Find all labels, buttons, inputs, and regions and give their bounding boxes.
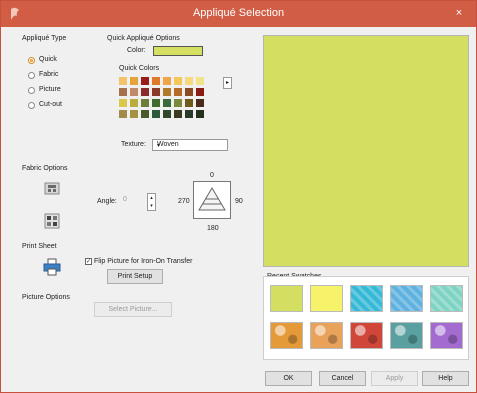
close-button[interactable]: ×: [448, 5, 470, 21]
recent-swatch-mint[interactable]: [430, 285, 463, 312]
quick-color-swatch[interactable]: [196, 77, 204, 85]
angle-label: Angle:: [97, 198, 117, 205]
flip-picture-checkbox[interactable]: ✓: [85, 258, 92, 265]
spin-up-icon[interactable]: ▴: [148, 194, 155, 202]
quick-color-swatch[interactable]: [152, 110, 160, 118]
quick-color-swatch[interactable]: [196, 110, 204, 118]
dial-label-270: 270: [178, 198, 190, 205]
dial-label-90: 90: [235, 198, 243, 205]
applique-type-heading: Appliqué Type: [22, 35, 67, 42]
quick-color-swatch[interactable]: [185, 99, 193, 107]
apply-button[interactable]: Apply: [371, 371, 418, 386]
quick-color-swatch[interactable]: [152, 99, 160, 107]
radio-cutout[interactable]: [28, 102, 35, 109]
angle-input[interactable]: 0: [123, 196, 145, 208]
quick-color-swatch[interactable]: [174, 110, 182, 118]
fabric-options-heading: Fabric Options: [22, 165, 68, 172]
radio-quick[interactable]: [28, 57, 35, 64]
recent-swatch-sky-blue[interactable]: [390, 285, 423, 312]
spin-down-icon[interactable]: ▾: [148, 202, 155, 210]
quick-color-swatch[interactable]: [163, 99, 171, 107]
quick-color-swatch[interactable]: [141, 99, 149, 107]
print-sheet-heading: Print Sheet: [22, 243, 57, 250]
recent-swatch-red-floral[interactable]: [350, 322, 383, 349]
angle-spinner[interactable]: ▴ ▾: [147, 193, 156, 211]
cancel-button[interactable]: Cancel: [319, 371, 366, 386]
recent-swatches-panel: [263, 276, 469, 360]
recent-swatch-orange-floral[interactable]: [270, 322, 303, 349]
more-colors-arrow-button[interactable]: ▸: [223, 77, 232, 89]
printer-icon[interactable]: [40, 255, 64, 279]
quick-colors-label: Quick Colors: [119, 65, 160, 72]
quick-color-swatch[interactable]: [119, 88, 127, 96]
quick-color-swatch[interactable]: [130, 77, 138, 85]
quick-color-swatch[interactable]: [119, 77, 127, 85]
recent-swatch-yellow[interactable]: [310, 285, 343, 312]
quick-color-swatch[interactable]: [196, 88, 204, 96]
quick-color-swatch[interactable]: [174, 88, 182, 96]
print-setup-button[interactable]: Print Setup: [107, 269, 163, 284]
quick-color-swatch[interactable]: [130, 110, 138, 118]
texture-dropdown[interactable]: Woven ▾: [152, 139, 228, 151]
quick-color-swatch[interactable]: [174, 99, 182, 107]
recent-swatch-aqua[interactable]: [350, 285, 383, 312]
fabric-pattern-icon[interactable]: [40, 209, 64, 233]
quick-color-swatch[interactable]: [185, 77, 193, 85]
quick-options-heading: Quick Appliqué Options: [107, 35, 180, 42]
title-bar[interactable]: Appliqué Selection ×: [1, 1, 476, 27]
applique-preview: [263, 35, 469, 267]
dial-label-0: 0: [210, 172, 214, 179]
quick-color-swatch[interactable]: [163, 110, 171, 118]
texture-label: Texture:: [121, 141, 146, 148]
applique-selection-dialog: Appliqué Selection × Appliqué Type Quick…: [0, 0, 477, 393]
dial-label-180: 180: [207, 225, 219, 232]
radio-fabric-label[interactable]: Fabric: [39, 71, 58, 78]
quick-color-swatch[interactable]: [141, 88, 149, 96]
flip-picture-label[interactable]: Flip Picture for Iron-On Transfer: [94, 258, 192, 265]
color-picker-button[interactable]: [153, 46, 203, 56]
quick-color-swatch[interactable]: [163, 77, 171, 85]
angle-dial[interactable]: [193, 181, 231, 219]
radio-picture-label[interactable]: Picture: [39, 86, 61, 93]
recent-swatch-purple-floral[interactable]: [430, 322, 463, 349]
color-label: Color:: [127, 47, 146, 54]
quick-color-swatch[interactable]: [119, 110, 127, 118]
select-picture-button[interactable]: Select Picture...: [94, 302, 172, 317]
fabric-library-icon[interactable]: [40, 177, 64, 201]
radio-fabric[interactable]: [28, 72, 35, 79]
recent-swatch-peach-floral[interactable]: [310, 322, 343, 349]
recent-swatch-teal-floral[interactable]: [390, 322, 423, 349]
quick-color-swatch[interactable]: [163, 88, 171, 96]
quick-color-swatch[interactable]: [174, 77, 182, 85]
quick-color-swatch[interactable]: [141, 77, 149, 85]
picture-options-heading: Picture Options: [22, 294, 70, 301]
radio-cutout-label[interactable]: Cut-out: [39, 101, 62, 108]
chevron-down-icon: ▾: [157, 143, 161, 149]
radio-picture[interactable]: [28, 87, 35, 94]
angle-pyramid-icon: [198, 187, 226, 211]
quick-color-swatch[interactable]: [152, 88, 160, 96]
quick-color-swatch[interactable]: [141, 110, 149, 118]
quick-color-swatch[interactable]: [185, 110, 193, 118]
quick-color-swatch[interactable]: [152, 77, 160, 85]
recent-swatch-lime[interactable]: [270, 285, 303, 312]
ok-button[interactable]: OK: [265, 371, 312, 386]
quick-color-swatch[interactable]: [185, 88, 193, 96]
help-button[interactable]: Help: [422, 371, 469, 386]
window-title: Appliqué Selection: [192, 7, 285, 19]
quick-color-swatch[interactable]: [196, 99, 204, 107]
quick-color-swatch[interactable]: [130, 99, 138, 107]
quick-color-swatch[interactable]: [119, 99, 127, 107]
quick-color-swatch[interactable]: [130, 88, 138, 96]
quick-colors-grid: [119, 77, 204, 118]
radio-quick-label[interactable]: Quick: [39, 56, 57, 63]
